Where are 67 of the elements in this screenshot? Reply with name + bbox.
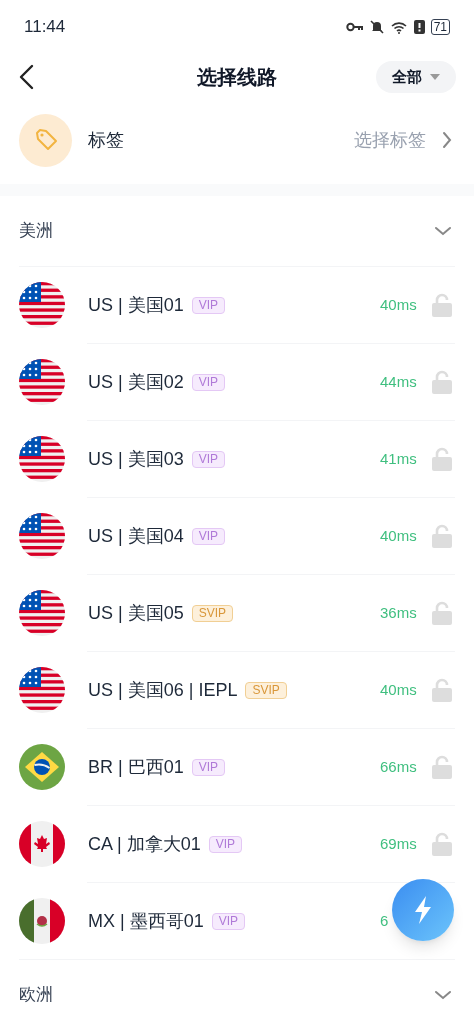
caret-icon [430, 74, 440, 80]
server-name: BR | 巴西01 [88, 755, 184, 779]
latency-value: 40ms [380, 679, 418, 700]
tag-label: 标签 [88, 128, 124, 152]
flag-icon [19, 359, 65, 405]
muted-bell-icon [369, 20, 384, 34]
alert-icon [413, 20, 425, 34]
tier-badge: VIP [191, 373, 226, 391]
tier-badge: VIP [191, 450, 226, 468]
flag-icon [19, 436, 65, 482]
latency-value: 44ms [380, 371, 418, 392]
flag-icon [19, 744, 65, 790]
tag-hint: 选择标签 [354, 128, 426, 152]
tier-badge: VIP [208, 835, 243, 853]
latency-value: 36ms [380, 602, 418, 623]
section-header[interactable]: 美洲 [0, 196, 474, 266]
server-row[interactable]: US | 美国02 VIP 44ms [0, 344, 474, 420]
server-row[interactable]: BR | 巴西01 VIP 66ms [0, 729, 474, 805]
wifi-icon [389, 20, 408, 34]
server-row[interactable]: US | 美国01 VIP 40ms [0, 267, 474, 343]
tier-badge: VIP [191, 527, 226, 545]
flag-icon [19, 898, 65, 944]
server-row[interactable]: US | 美国04 VIP 40ms [0, 498, 474, 574]
tier-badge: VIP [211, 912, 246, 930]
flag-icon [19, 513, 65, 559]
section-header[interactable]: 欧洲 [0, 960, 474, 1024]
page-title: 选择线路 [197, 65, 277, 90]
tag-row[interactable]: 标签 选择标签 [0, 108, 474, 172]
server-name: MX | 墨西哥01 [88, 909, 204, 933]
lightning-icon [412, 895, 434, 925]
server-row[interactable]: US | 美国05 SVIP 36ms [0, 575, 474, 651]
tier-badge: SVIP [191, 604, 234, 622]
tier-badge: VIP [191, 296, 226, 314]
chevron-down-icon [434, 990, 452, 1000]
server-row[interactable]: US | 美国03 VIP 41ms [0, 421, 474, 497]
latency-value: 40ms [380, 294, 418, 315]
server-row[interactable]: MX | 墨西哥01 VIP 6 [0, 883, 474, 959]
latency-value: 6 [380, 910, 390, 931]
tier-badge: VIP [191, 758, 226, 776]
latency-value: 69ms [380, 833, 418, 854]
server-row[interactable]: US | 美国06 | IEPL SVIP 40ms [0, 652, 474, 728]
flag-icon [19, 667, 65, 713]
server-name: US | 美国04 [88, 524, 184, 548]
flag-icon [19, 821, 65, 867]
filter-dropdown[interactable]: 全部 [376, 61, 456, 93]
server-name: US | 美国05 [88, 601, 184, 625]
server-name: US | 美国03 [88, 447, 184, 471]
server-name: US | 美国01 [88, 293, 184, 317]
chevron-down-icon [434, 226, 452, 236]
latency-value: 66ms [380, 756, 418, 777]
tier-badge: SVIP [245, 681, 287, 699]
region-title: 美洲 [19, 220, 53, 243]
flag-icon [19, 590, 65, 636]
server-row[interactable]: CA | 加拿大01 VIP 69ms [0, 806, 474, 882]
latency-value: 40ms [380, 525, 418, 546]
server-name: US | 美国06 | IEPL [88, 678, 238, 702]
server-name: US | 美国02 [88, 370, 184, 394]
chevron-right-icon [442, 131, 452, 149]
latency-value: 41ms [380, 448, 418, 469]
boost-button[interactable] [392, 879, 454, 941]
tag-icon [19, 113, 72, 167]
key-icon [345, 22, 364, 32]
region-title: 欧洲 [19, 984, 53, 1007]
battery-level: 71 [430, 19, 450, 35]
status-time: 11:44 [24, 16, 66, 39]
server-name: CA | 加拿大01 [88, 832, 201, 856]
flag-icon [19, 282, 65, 328]
